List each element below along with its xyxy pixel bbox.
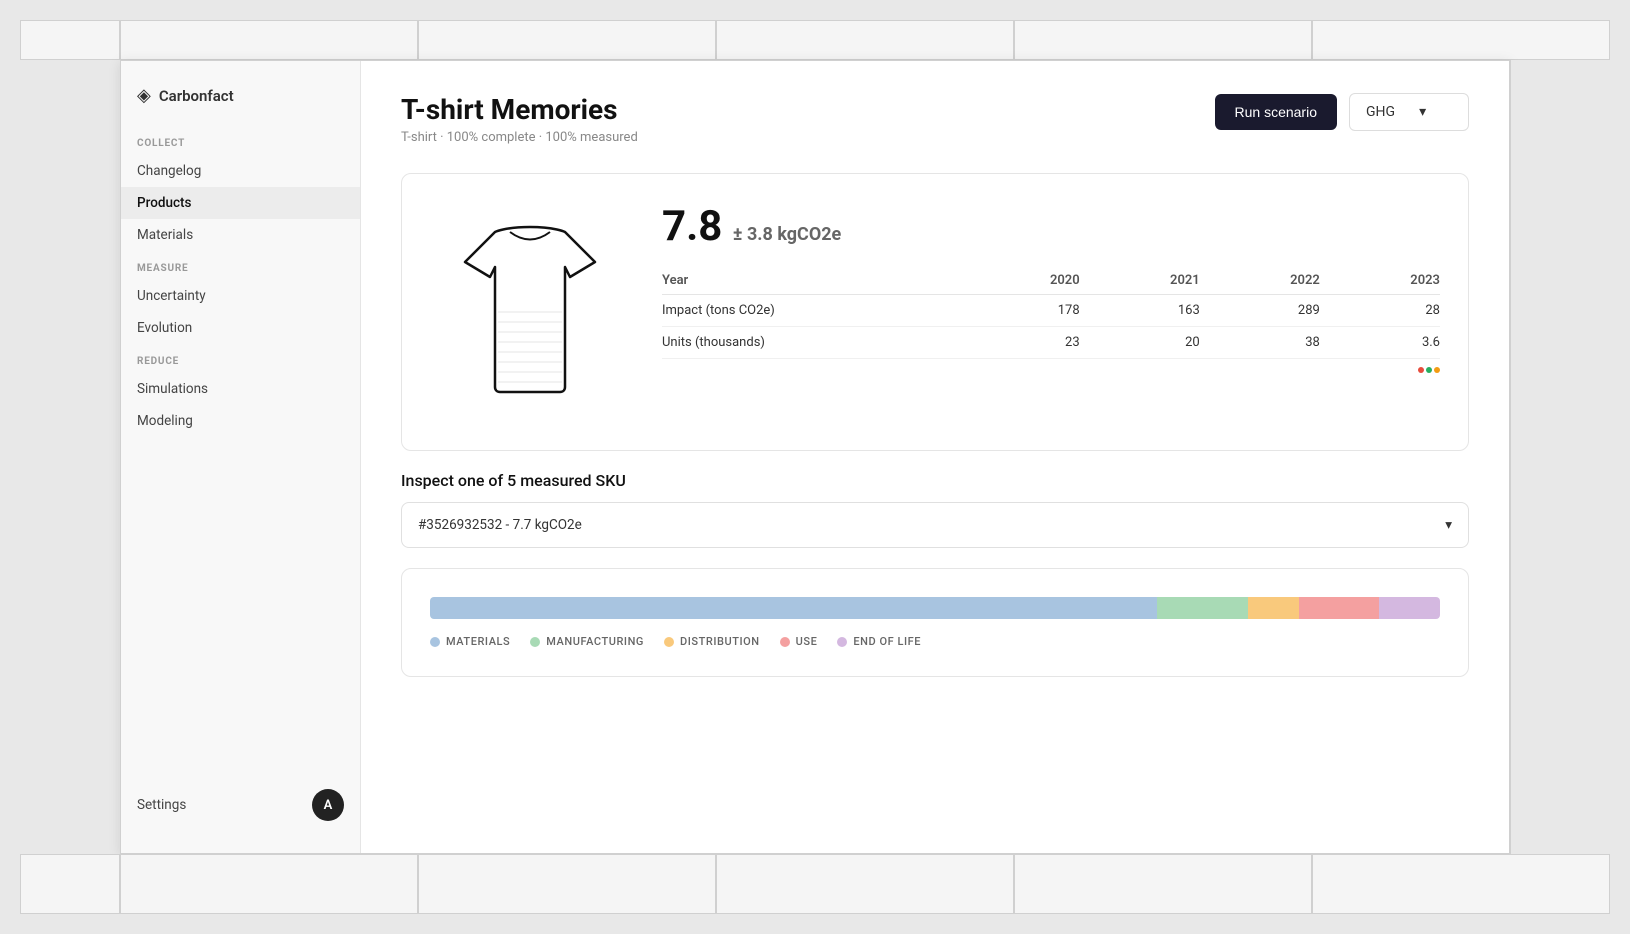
section-label-reduce: REDUCE <box>121 344 360 373</box>
ghg-dropdown[interactable]: GHG ▾ <box>1349 93 1469 131</box>
table-row-units: Units (thousands) 23 20 38 3.6 <box>662 327 1440 359</box>
chevron-down-icon: ▾ <box>1445 517 1452 533</box>
color-bar-area <box>662 359 1440 373</box>
mini-color-dots <box>1418 367 1440 373</box>
legend-label: MATERIALS <box>446 635 510 648</box>
dot-orange <box>1434 367 1440 373</box>
page-title: T-shirt Memories <box>401 93 638 126</box>
legend-label: END OF LIFE <box>853 635 921 648</box>
units-2021: 20 <box>1080 327 1200 359</box>
sku-section-title: Inspect one of 5 measured SKU <box>401 471 1469 490</box>
settings-row: Settings A <box>121 773 360 837</box>
tshirt-illustration <box>440 212 620 412</box>
legend-label: USE <box>796 635 818 648</box>
sidebar-item-products[interactable]: Products <box>121 187 360 219</box>
sku-section: Inspect one of 5 measured SKU #352693253… <box>401 471 1469 548</box>
chevron-down-icon: ▾ <box>1419 104 1426 120</box>
dot-red <box>1418 367 1424 373</box>
col-header-label: Year <box>662 267 960 295</box>
sidebar: ◈ Carbonfact COLLECT Changelog Products … <box>121 61 361 853</box>
sidebar-item-materials[interactable]: Materials <box>121 219 360 251</box>
sidebar-item-changelog[interactable]: Changelog <box>121 155 360 187</box>
dot-green <box>1426 367 1432 373</box>
sidebar-item-simulations[interactable]: Simulations <box>121 373 360 405</box>
sidebar-item-uncertainty[interactable]: Uncertainty <box>121 280 360 312</box>
impact-2021: 163 <box>1080 295 1200 327</box>
impact-table: Year 2020 2021 2022 2023 Impact (tons CO… <box>662 267 1440 359</box>
col-header-2023: 2023 <box>1320 267 1440 295</box>
product-card: 7.8 ± 3.8 kgCO2e Year 2020 2021 2022 <box>401 173 1469 451</box>
title-area: T-shirt Memories T-shirt · 100% complete… <box>401 93 638 145</box>
legend-dot <box>530 637 540 647</box>
carbon-value: 7.8 ± 3.8 kgCO2e <box>662 202 1440 251</box>
row-label-units: Units (thousands) <box>662 327 960 359</box>
row-label-impact: Impact (tons CO2e) <box>662 295 960 327</box>
legend-item-distribution: DISTRIBUTION <box>664 635 760 648</box>
impact-2020: 178 <box>960 295 1080 327</box>
legend-dot <box>430 637 440 647</box>
logo-area: ◈ Carbonfact <box>121 77 360 126</box>
bar-chart-card: MATERIALS MANUFACTURING DISTRIBUTION USE END… <box>401 568 1469 677</box>
legend-dot <box>664 637 674 647</box>
sidebar-item-modeling[interactable]: Modeling <box>121 405 360 437</box>
page-subtitle: T-shirt · 100% complete · 100% measured <box>401 130 638 145</box>
impact-2022: 289 <box>1200 295 1320 327</box>
main-panel: T-shirt Memories T-shirt · 100% complete… <box>361 61 1509 853</box>
col-header-2021: 2021 <box>1080 267 1200 295</box>
chart-legend: MATERIALS MANUFACTURING DISTRIBUTION USE END… <box>430 635 1440 648</box>
legend-item-use: USE <box>780 635 818 648</box>
col-header-2022: 2022 <box>1200 267 1320 295</box>
legend-dot <box>837 637 847 647</box>
ghg-label: GHG <box>1366 104 1395 120</box>
units-2022: 38 <box>1200 327 1320 359</box>
section-label-collect: COLLECT <box>121 126 360 155</box>
avatar: A <box>312 789 344 821</box>
units-2020: 23 <box>960 327 1080 359</box>
stacked-bar <box>430 597 1440 619</box>
tshirt-image <box>430 202 630 422</box>
legend-label: DISTRIBUTION <box>680 635 760 648</box>
header-actions: Run scenario GHG ▾ <box>1215 93 1470 131</box>
sku-dropdown[interactable]: #3526932532 - 7.7 kgCO2e ▾ <box>401 502 1469 548</box>
section-label-measure: MEASURE <box>121 251 360 280</box>
units-2023: 3.6 <box>1320 327 1440 359</box>
carbon-uncertainty: ± 3.8 kgCO2e <box>733 224 841 245</box>
logo-icon: ◈ <box>137 85 151 106</box>
legend-dot <box>780 637 790 647</box>
table-row-impact: Impact (tons CO2e) 178 163 289 28 <box>662 295 1440 327</box>
sku-selected-value: #3526932532 - 7.7 kgCO2e <box>418 517 582 533</box>
legend-item-manufacturing: MANUFACTURING <box>530 635 644 648</box>
impact-2023: 28 <box>1320 295 1440 327</box>
settings-label[interactable]: Settings <box>137 797 186 813</box>
legend-item-materials: MATERIALS <box>430 635 510 648</box>
logo-text: Carbonfact <box>159 87 234 105</box>
col-header-2020: 2020 <box>960 267 1080 295</box>
legend-item-end-of-life: END OF LIFE <box>837 635 921 648</box>
page-header: T-shirt Memories T-shirt · 100% complete… <box>401 93 1469 145</box>
sidebar-item-evolution[interactable]: Evolution <box>121 312 360 344</box>
legend-label: MANUFACTURING <box>546 635 644 648</box>
run-scenario-button[interactable]: Run scenario <box>1215 94 1338 130</box>
product-data: 7.8 ± 3.8 kgCO2e Year 2020 2021 2022 <box>662 202 1440 373</box>
